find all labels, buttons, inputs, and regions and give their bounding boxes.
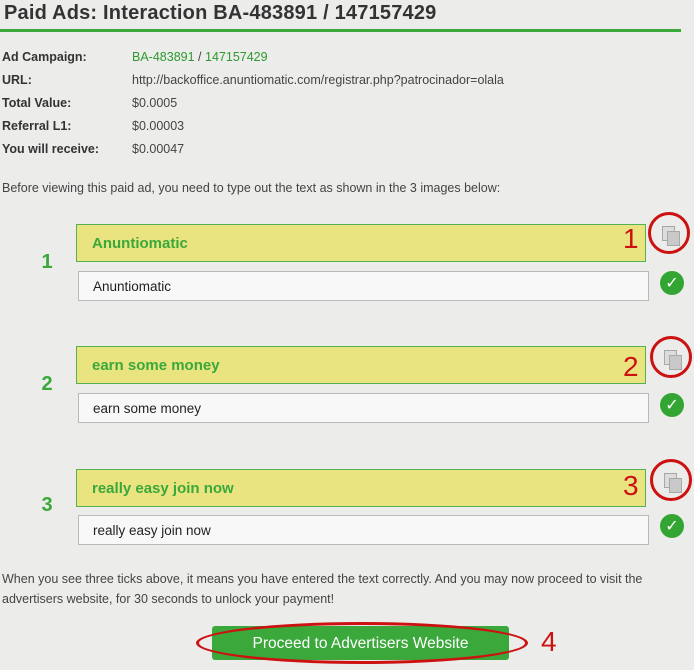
captcha-image-2: earn some money <box>76 346 646 384</box>
annotation-number-4: 4 <box>541 626 557 657</box>
copy-sheet-front <box>669 355 682 370</box>
receive-value: $0.00047 <box>132 142 185 156</box>
copy-sheet-front <box>669 478 682 493</box>
annotation-circle-3 <box>650 459 692 501</box>
annotation-number-3: 3 <box>623 470 639 501</box>
captcha-image-text-2: earn some money <box>92 357 220 374</box>
footer-instructions: When you see three ticks above, it means… <box>2 572 643 606</box>
receive-label: You will receive: <box>2 142 100 156</box>
captcha-number-2: 2 <box>41 373 53 395</box>
proceed-button[interactable]: Proceed to Advertisers Website <box>212 626 509 660</box>
annotation-number-1: 1 <box>623 223 639 254</box>
captcha-image-text-1: Anuntiomatic <box>92 235 188 252</box>
referral-value: $0.00003 <box>132 119 185 133</box>
total-value: $0.0005 <box>132 96 178 110</box>
copy-icon[interactable] <box>662 471 686 495</box>
copy-sheet-front <box>667 231 680 246</box>
check-icon: ✓ <box>660 271 684 295</box>
referral-label: Referral L1: <box>2 119 72 133</box>
total-label: Total Value: <box>2 96 72 110</box>
captcha-image-text-3: really easy join now <box>92 480 234 497</box>
annotation-circle-1 <box>648 212 690 254</box>
campaign-value: BA-483891 / 147157429 <box>132 48 268 66</box>
captcha-image-1: Anuntiomatic <box>76 224 646 262</box>
captcha-number-1: 1 <box>41 251 53 273</box>
url-label: URL: <box>2 73 32 87</box>
title-divider <box>0 29 681 32</box>
campaign-separator: / <box>198 50 202 64</box>
captcha-answer-input-1[interactable] <box>78 271 649 301</box>
page-title: Paid Ads: Interaction BA-483891 / 147157… <box>4 2 437 24</box>
campaign-label: Ad Campaign: <box>2 50 87 64</box>
campaign-id-link[interactable]: BA-483891 <box>132 50 195 64</box>
copy-icon[interactable] <box>662 348 686 372</box>
annotation-number-2: 2 <box>623 351 639 382</box>
captcha-image-3: really easy join now <box>76 469 646 507</box>
captcha-answer-input-2[interactable] <box>78 393 649 423</box>
check-icon: ✓ <box>660 393 684 417</box>
url-value: http://backoffice.anuntiomatic.com/regis… <box>132 73 504 87</box>
captcha-answer-input-3[interactable] <box>78 515 649 545</box>
captcha-instructions: Before viewing this paid ad, you need to… <box>2 181 501 195</box>
copy-icon[interactable] <box>660 224 684 248</box>
annotation-circle-2 <box>650 336 692 378</box>
check-icon: ✓ <box>660 514 684 538</box>
interaction-id-link[interactable]: 147157429 <box>205 50 268 64</box>
captcha-number-3: 3 <box>41 494 53 516</box>
